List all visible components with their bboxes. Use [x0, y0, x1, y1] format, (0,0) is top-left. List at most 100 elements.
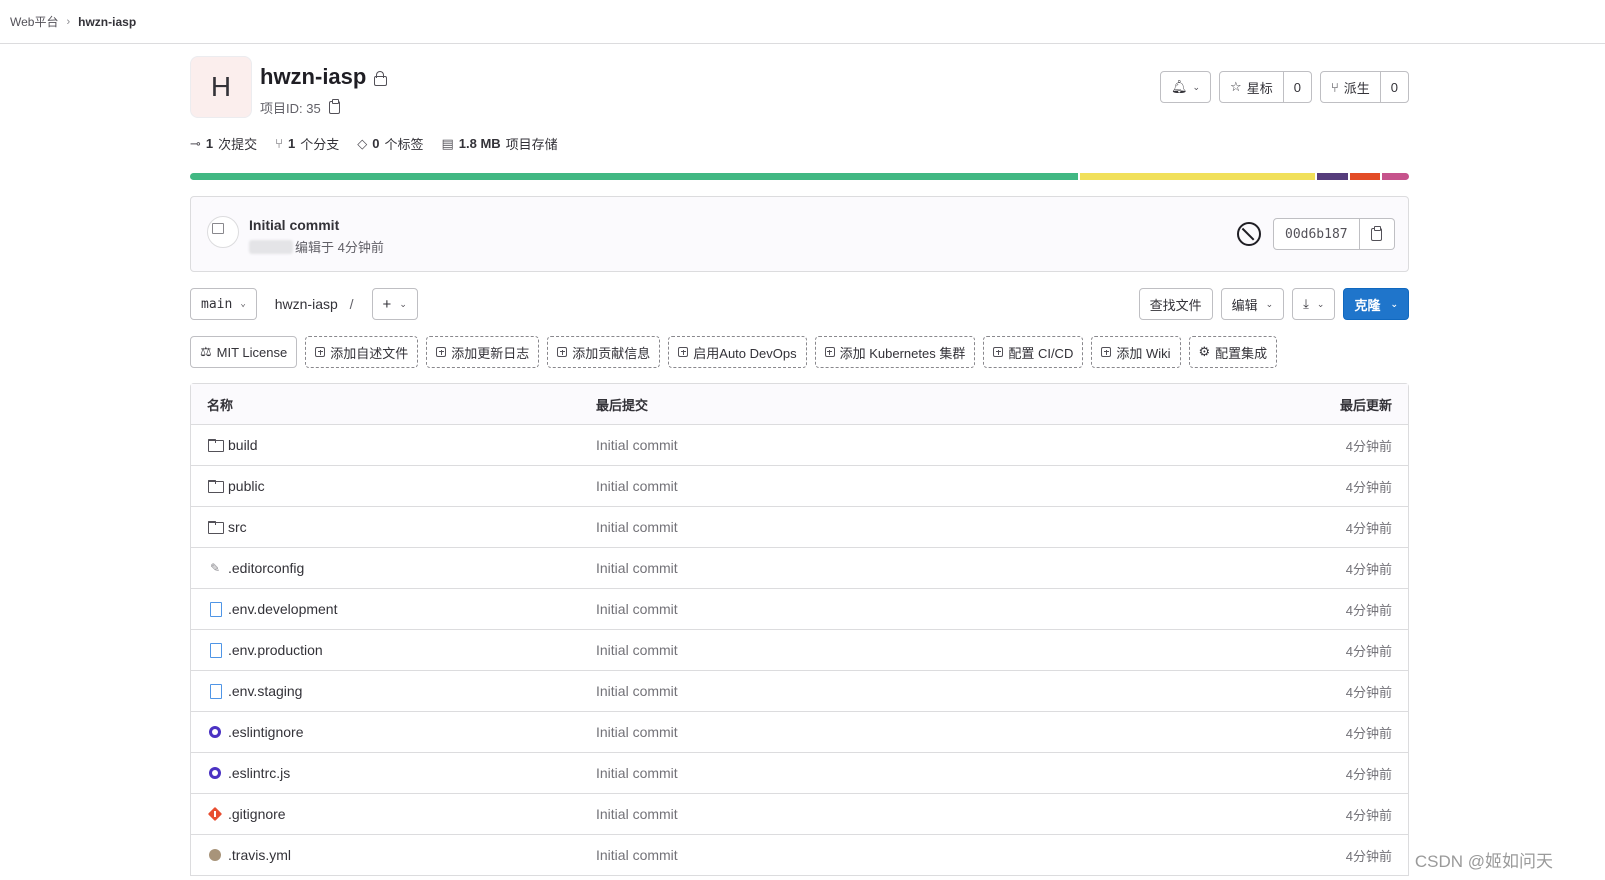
storage-stat[interactable]: ▤ 1.8 MB 项目存储: [441, 134, 557, 153]
author-avatar[interactable]: [207, 216, 239, 248]
file-last-commit[interactable]: Initial commit: [596, 560, 1096, 576]
file-name-cell[interactable]: .env.development: [191, 601, 596, 617]
repo-path-root[interactable]: hwzn-iasp: [275, 296, 338, 312]
file-name[interactable]: public: [228, 478, 265, 494]
add-kubernetes-button[interactable]: 添加 Kubernetes 集群: [814, 336, 976, 368]
commits-stat[interactable]: ⊸ 1 次提交: [190, 134, 257, 153]
table-row[interactable]: .gitignore Initial commit 4分钟前: [191, 794, 1408, 835]
add-dropdown[interactable]: + ⌄: [371, 288, 418, 320]
configure-integrations-button[interactable]: ⚙ 配置集成: [1188, 336, 1278, 368]
file-name-cell[interactable]: .travis.yml: [191, 847, 596, 863]
edit-dropdown[interactable]: 编辑 ⌄: [1220, 288, 1285, 320]
star-button[interactable]: ☆ 星标: [1220, 72, 1283, 102]
add-readme-button[interactable]: 添加自述文件: [305, 336, 419, 368]
file-name-cell[interactable]: .env.staging: [191, 683, 596, 699]
unsigned-icon[interactable]: [1237, 222, 1261, 246]
file-last-commit[interactable]: Initial commit: [596, 847, 1096, 863]
file-last-commit[interactable]: Initial commit: [596, 683, 1096, 699]
table-row[interactable]: .env.staging Initial commit 4分钟前: [191, 671, 1408, 712]
file-last-update: 4分钟前: [1345, 561, 1392, 577]
table-row[interactable]: .eslintrc.js Initial commit 4分钟前: [191, 753, 1408, 794]
commit-sha[interactable]: 00d6b187: [1273, 218, 1360, 250]
branch-icon: ⑂: [275, 136, 283, 151]
file-last-commit[interactable]: Initial commit: [596, 437, 1096, 453]
file-last-update: 4分钟前: [1345, 602, 1392, 618]
configure-cicd-button[interactable]: 配置 CI/CD: [983, 336, 1084, 368]
file-name-cell[interactable]: ✎ .editorconfig: [191, 560, 596, 576]
file-name[interactable]: .gitignore: [228, 806, 286, 822]
breadcrumb-root-link[interactable]: Web平台: [10, 13, 58, 30]
file-last-commit[interactable]: Initial commit: [596, 519, 1096, 535]
file-name[interactable]: .eslintrc.js: [228, 765, 290, 781]
plus-square-icon: [557, 347, 568, 357]
file-name[interactable]: .editorconfig: [228, 560, 304, 576]
star-count[interactable]: 0: [1282, 72, 1311, 102]
copy-sha-button[interactable]: [1359, 218, 1395, 250]
tags-stat[interactable]: ◇ 0 个标签: [357, 134, 423, 153]
file-name[interactable]: .env.staging: [228, 683, 302, 699]
project-avatar: H: [190, 56, 252, 118]
language-segment[interactable]: [1079, 173, 1315, 180]
language-bar[interactable]: [190, 173, 1409, 180]
clone-dropdown[interactable]: 克隆 ⌄: [1343, 288, 1409, 320]
file-last-commit[interactable]: Initial commit: [596, 806, 1096, 822]
chevron-down-icon: ⌄: [1265, 298, 1274, 309]
file-last-commit[interactable]: Initial commit: [596, 601, 1096, 617]
lock-icon: [374, 70, 388, 86]
file-name[interactable]: .env.development: [228, 601, 337, 617]
file-name[interactable]: build: [228, 437, 258, 453]
file-name-cell[interactable]: build: [191, 437, 596, 453]
find-file-button[interactable]: 查找文件: [1138, 288, 1213, 320]
table-row[interactable]: public Initial commit 4分钟前: [191, 466, 1408, 507]
file-last-commit[interactable]: Initial commit: [596, 478, 1096, 494]
copy-icon[interactable]: [328, 99, 340, 114]
language-segment[interactable]: [1350, 173, 1381, 180]
project-title: hwzn-iasp: [260, 64, 388, 90]
plus-square-icon: [993, 347, 1004, 357]
enable-devops-button[interactable]: 启用Auto DevOps: [668, 336, 807, 368]
table-row[interactable]: .travis.yml Initial commit 4分钟前: [191, 835, 1408, 876]
table-row[interactable]: ✎ .editorconfig Initial commit 4分钟前: [191, 548, 1408, 589]
repo-path: hwzn-iasp /: [274, 296, 354, 312]
file-last-commit[interactable]: Initial commit: [596, 765, 1096, 781]
project-header: H hwzn-iasp 项目ID: 35 🔔︎ ⌄ ☆ 星标 0 ⑂ 派生 0: [190, 44, 1409, 134]
project-stats: ⊸ 1 次提交 ⑂ 1 个分支 ◇ 0 个标签 ▤ 1.8 MB 项目存储: [190, 134, 558, 153]
language-segment[interactable]: [190, 173, 1078, 180]
add-changelog-button[interactable]: 添加更新日志: [426, 336, 540, 368]
notification-button[interactable]: 🔔︎ ⌄: [1159, 71, 1212, 103]
branches-stat[interactable]: ⑂ 1 个分支: [275, 134, 339, 153]
file-name-cell[interactable]: .eslintrc.js: [191, 765, 596, 781]
language-segment[interactable]: [1316, 173, 1349, 180]
fork-button[interactable]: ⑂ 派生: [1321, 72, 1380, 102]
file-last-commit[interactable]: Initial commit: [596, 724, 1096, 740]
add-wiki-button[interactable]: 添加 Wiki: [1091, 336, 1181, 368]
table-row[interactable]: .eslintignore Initial commit 4分钟前: [191, 712, 1408, 753]
download-dropdown[interactable]: ⤓ ⌄: [1292, 288, 1336, 320]
file-name-cell[interactable]: .gitignore: [191, 806, 596, 822]
table-row[interactable]: .env.production Initial commit 4分钟前: [191, 630, 1408, 671]
breadcrumb-current-link[interactable]: hwzn-iasp: [78, 15, 136, 29]
file-name[interactable]: src: [228, 519, 247, 535]
add-contributing-button[interactable]: 添加贡献信息: [547, 336, 661, 368]
table-row[interactable]: src Initial commit 4分钟前: [191, 507, 1408, 548]
scale-icon: ⚖: [200, 344, 212, 359]
license-button[interactable]: ⚖ MIT License: [190, 336, 298, 368]
folder-icon: [207, 519, 224, 535]
file-name[interactable]: .env.production: [228, 642, 323, 658]
file-name[interactable]: .travis.yml: [228, 847, 291, 863]
fork-count[interactable]: 0: [1379, 72, 1408, 102]
file-last-commit[interactable]: Initial commit: [596, 642, 1096, 658]
language-segment[interactable]: [1382, 173, 1409, 180]
star-button-group: ☆ 星标 0: [1219, 71, 1312, 103]
file-name[interactable]: .eslintignore: [228, 724, 304, 740]
table-row[interactable]: build Initial commit 4分钟前: [191, 425, 1408, 466]
file-name-cell[interactable]: src: [191, 519, 596, 535]
file-last-update: 4分钟前: [1345, 848, 1392, 864]
file-name-cell[interactable]: public: [191, 478, 596, 494]
file-name-cell[interactable]: .env.production: [191, 642, 596, 658]
table-row[interactable]: .env.development Initial commit 4分钟前: [191, 589, 1408, 630]
file-name-cell[interactable]: .eslintignore: [191, 724, 596, 740]
file-last-update: 4分钟前: [1345, 643, 1392, 659]
commit-title[interactable]: Initial commit: [249, 217, 339, 233]
branch-dropdown[interactable]: main ⌄: [190, 288, 257, 320]
